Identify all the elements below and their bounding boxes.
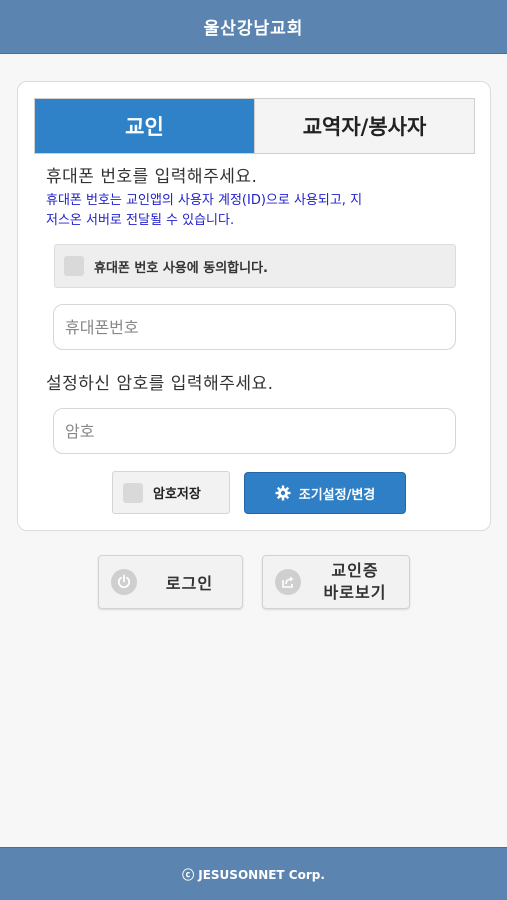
member-card-button[interactable]: 교인증 바로보기 [262,555,410,609]
login-card: 교인 교역자/봉사자 휴대폰 번호를 입력해주세요. 휴대폰 번호는 교인앱의 … [17,81,491,531]
app-header: 울산강남교회 [0,0,507,54]
reset-password-label: 조기설정/변경 [298,487,376,503]
gear-icon [275,485,291,501]
password-input[interactable] [53,408,456,454]
phone-input[interactable] [53,304,456,350]
login-button[interactable]: 로그인 [98,555,243,609]
member-card-line2: 바로보기 [323,583,387,602]
member-card-line1: 교인증 [331,561,379,580]
password-prompt: 설정하신 암호를 입력해주세요. [46,374,274,394]
app-title: 울산강남교회 [203,19,304,39]
app-footer: ⓒ JESUSONNET Corp. [0,847,507,900]
tab-staff-volunteer[interactable]: 교역자/봉사자 [254,99,474,153]
login-label: 로그인 [165,574,214,593]
phone-notice: 휴대폰 번호는 교인앱의 사용자 계정(ID)으로 사용되고, 지 저스온 서버… [46,191,466,231]
phone-prompt: 휴대폰 번호를 입력해주세요. [46,167,258,187]
save-password-checkbox[interactable]: 암호저장 [112,471,230,514]
reset-password-button[interactable]: 조기설정/변경 [244,472,406,514]
checkbox-box[interactable] [64,256,84,276]
save-password-label: 암호저장 [153,487,201,502]
phone-notice-line1: 휴대폰 번호는 교인앱의 사용자 계정(ID)으로 사용되고, 지 [46,193,363,208]
member-card-label: 교인증 바로보기 [301,560,409,604]
share-icon [275,569,301,595]
tab-staff-label: 교역자/봉사자 [302,115,427,139]
save-password-box[interactable] [123,482,143,503]
copyright-text: ⓒ JESUSONNET Corp. [182,867,325,882]
user-type-tabs: 교인 교역자/봉사자 [34,98,475,154]
phone-notice-line2: 저스온 서버로 전달될 수 있습니다. [46,213,235,228]
tab-member-label: 교인 [125,115,164,139]
tab-member[interactable]: 교인 [35,99,254,153]
power-icon [111,569,137,595]
phone-agree-label: 휴대폰 번호 사용에 동의합니다. [94,260,268,276]
phone-agree-checkbox[interactable]: 휴대폰 번호 사용에 동의합니다. [54,244,456,288]
